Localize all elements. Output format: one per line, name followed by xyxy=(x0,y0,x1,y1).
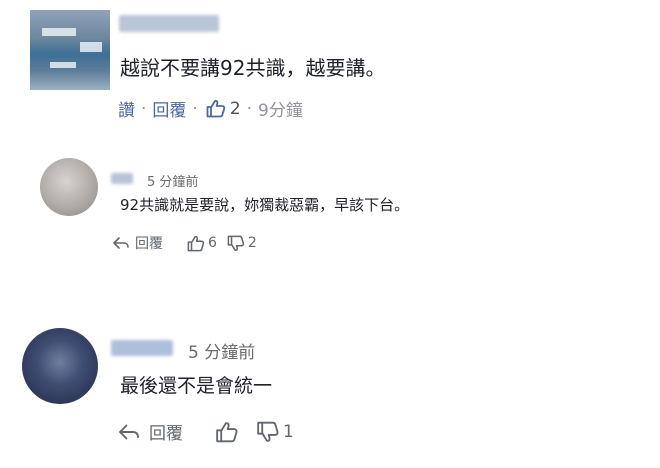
comment-text: 最後還不是會統一 xyxy=(120,375,273,397)
timestamp: 5 分鐘前 xyxy=(147,175,199,190)
comment-actions: 讚 · 回覆 · 2 · 9分鐘 xyxy=(118,96,303,122)
thumbs-down-icon xyxy=(227,235,245,252)
like-link[interactable]: 讚 xyxy=(118,96,135,121)
thumbs-down-icon xyxy=(256,421,280,443)
downvote-count: 1 xyxy=(283,421,294,442)
reply-button[interactable]: 回覆 xyxy=(117,419,183,444)
like-count: 2 xyxy=(229,98,241,119)
downvote-button[interactable]: 2 xyxy=(227,235,257,252)
author-name[interactable] xyxy=(119,15,219,32)
reply-link[interactable]: 回覆 xyxy=(152,96,186,121)
reply-arrow-icon xyxy=(117,423,141,441)
comment-text: 92共識就是要說，妳獨裁惡霸，早該下台。 xyxy=(120,196,410,214)
downvote-count: 2 xyxy=(247,235,257,251)
upvote-button[interactable]: 6 xyxy=(187,235,217,252)
reply-label: 回覆 xyxy=(135,236,163,252)
comment-text: 越說不要講92共識，越要講。 xyxy=(120,56,386,80)
thumbs-up-icon xyxy=(187,235,205,252)
downvote-button[interactable]: 1 xyxy=(256,421,294,443)
avatar[interactable] xyxy=(22,328,98,404)
reply-arrow-icon xyxy=(112,236,130,250)
author-name[interactable] xyxy=(111,340,173,356)
upvote-button[interactable] xyxy=(215,421,242,443)
reply-button[interactable]: 回覆 xyxy=(112,233,163,253)
comment-actions: 回覆 6 2 xyxy=(112,233,257,253)
timestamp: 5 分鐘前 xyxy=(188,343,256,363)
separator: · xyxy=(192,98,198,119)
separator: · xyxy=(141,98,147,119)
avatar[interactable] xyxy=(40,158,98,216)
separator: · xyxy=(246,98,253,119)
reply-label: 回覆 xyxy=(149,424,183,444)
avatar[interactable] xyxy=(30,10,110,90)
comment-actions: 回覆 1 xyxy=(117,419,294,444)
upvote-count: 6 xyxy=(208,235,217,251)
author-name[interactable] xyxy=(111,173,133,184)
thumbs-up-icon xyxy=(215,421,239,443)
timestamp: 9分鐘 xyxy=(258,101,303,121)
thumbs-up-icon[interactable] xyxy=(206,99,226,118)
